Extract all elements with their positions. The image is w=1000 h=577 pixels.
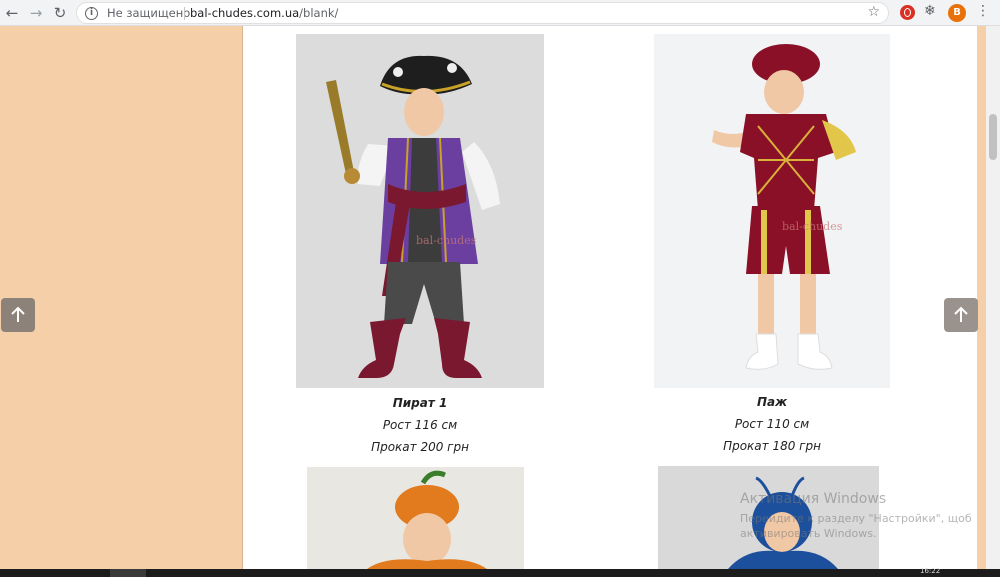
scroll-to-top-button-left[interactable] (1, 298, 35, 332)
url-path: /blank/ (299, 6, 339, 20)
page-illustration (654, 34, 890, 388)
reload-icon[interactable]: ↻ (50, 3, 70, 23)
forward-arrow-icon[interactable]: → (26, 3, 46, 23)
arrow-up-icon (11, 306, 25, 322)
info-icon[interactable]: i (85, 7, 98, 20)
scroll-to-top-button-right[interactable] (944, 298, 978, 332)
address-separator (184, 7, 185, 20)
page-costume-photo[interactable]: bal-chudes (654, 34, 890, 388)
taskbar-clock: 16:22 (920, 567, 941, 575)
right-background-band (977, 26, 986, 569)
photo-watermark: bal-chudes (416, 234, 477, 247)
pumpkin-illustration (307, 467, 524, 569)
scrollbar-thumb[interactable] (989, 114, 997, 160)
opera-extension-icon[interactable] (900, 5, 915, 20)
product-height: Рост 116 см (382, 418, 458, 432)
left-background-band (0, 26, 242, 569)
pirate-costume-photo[interactable]: bal-chudes (296, 34, 544, 388)
taskbar-app-item[interactable] (110, 569, 146, 577)
windows-activation-line: Перейдите к разделу "Настройки", щоб (740, 512, 972, 525)
bookmark-star-icon[interactable]: ☆ (867, 4, 880, 20)
windows-activation-text: Перейдите к разделу "Настройки", щоб акт… (740, 511, 980, 541)
not-secure-label: Не защищено (107, 6, 191, 20)
product-name: Паж (756, 395, 788, 409)
arrow-up-icon (954, 306, 968, 322)
menu-kebab-icon[interactable]: ⋮ (976, 3, 990, 19)
page-scrollbar[interactable] (986, 26, 1000, 569)
photo-watermark: bal-chudes (782, 220, 843, 233)
product-height: Рост 110 см (734, 417, 810, 431)
pumpkin-costume-photo[interactable] (307, 467, 524, 569)
product-price: Прокат 180 грн (723, 439, 821, 453)
browser-toolbar: ← → ↻ i Не защищено bal-chudes.com.ua/bl… (0, 0, 1000, 26)
windows-activation-title: Активация Windows (740, 491, 887, 507)
windows-activation-line: активировать Windows. (740, 527, 877, 540)
address-bar[interactable]: i Не защищено bal-chudes.com.ua/blank/ ☆ (76, 2, 889, 24)
url-text[interactable]: bal-chudes.com.ua/blank/ (190, 6, 338, 20)
windows-taskbar: 16:22 (0, 567, 1000, 577)
url-host: bal-chudes.com.ua (190, 6, 300, 20)
profile-avatar[interactable]: B (948, 4, 966, 22)
catalog-content: bal-chudes bal-chudes Пират 1 Рост 116 с… (242, 26, 977, 569)
product-name: Пират 1 (392, 396, 448, 410)
web-page: bal-chudes bal-chudes Пират 1 Рост 116 с… (0, 26, 1000, 569)
pirate-illustration (296, 34, 544, 388)
back-arrow-icon[interactable]: ← (2, 3, 22, 23)
extensions-puzzle-icon[interactable]: ❄ (924, 3, 936, 19)
product-price: Прокат 200 грн (371, 440, 469, 454)
